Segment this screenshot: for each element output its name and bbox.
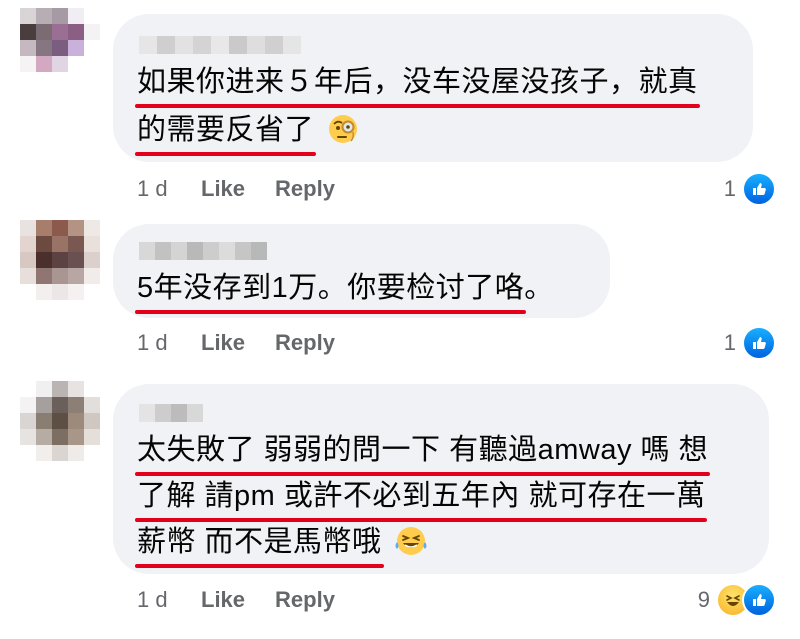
thumbs-up-icon: [742, 583, 776, 617]
avatar[interactable]: [20, 381, 100, 461]
underlined-text: 5年没存到1万。你要检讨了咯: [134, 268, 527, 314]
comment-bubble: 太失敗了 弱弱的問一下 有聽過amway 嗎 想 了解 請pm 或許不必到五年內…: [113, 384, 769, 574]
thumbs-up-icon: [742, 326, 776, 360]
reaction-count: 1: [723, 330, 736, 355]
reaction-count: 9: [697, 587, 710, 612]
thumbs-up-icon: [742, 172, 776, 206]
reply-button[interactable]: Reply: [275, 330, 335, 356]
comment-text-line: 薪幣 而不是馬幣哦: [135, 522, 428, 568]
comment-meta: 1 d Like Reply: [137, 587, 365, 613]
comment-text-line: 了解 請pm 或許不必到五年內 就可存在一萬: [134, 476, 708, 522]
comment-text-line: 的需要反省了: [134, 110, 359, 156]
monocle-face-icon: [327, 113, 359, 156]
underlined-text: 如果你进来５年后，没车没屋没孩子，就真: [135, 62, 700, 108]
comment-meta: 1 d Like Reply: [137, 176, 365, 202]
timestamp[interactable]: 1 d: [137, 587, 201, 613]
like-button[interactable]: Like: [201, 330, 245, 356]
comment-text: 。: [524, 272, 554, 304]
comment-text-line: 5年没存到1万。你要检讨了咯。: [134, 268, 554, 314]
avatar[interactable]: [20, 8, 100, 88]
underlined-text: 太失敗了 弱弱的問一下 有聽過amway 嗎 想: [134, 430, 711, 476]
reply-button[interactable]: Reply: [275, 176, 335, 202]
comment-bubble: 5年没存到1万。你要检讨了咯。: [113, 224, 610, 318]
reaction-summary[interactable]: 1: [724, 172, 776, 206]
comment-text-line: 太失敗了 弱弱的問一下 有聽過amway 嗎 想: [134, 430, 711, 476]
reaction-summary[interactable]: 9: [698, 583, 776, 617]
laughing-tears-face-icon: [394, 525, 428, 568]
comment-text-line: 如果你进来５年后，没车没屋没孩子，就真: [135, 62, 700, 108]
timestamp[interactable]: 1 d: [137, 330, 201, 356]
reaction-count: 1: [723, 176, 736, 201]
underlined-text: 了解 請pm 或許不必到五年內 就可存在一萬: [134, 476, 708, 522]
comment-bubble: 如果你进来５年后，没车没屋没孩子，就真 的需要反省了: [113, 14, 753, 162]
reply-button[interactable]: Reply: [275, 587, 335, 613]
author-name-blurred[interactable]: [139, 242, 267, 260]
underlined-text: 薪幣 而不是馬幣哦: [135, 522, 384, 568]
author-name-blurred[interactable]: [139, 36, 301, 54]
comment-meta: 1 d Like Reply: [137, 330, 365, 356]
reaction-summary[interactable]: 1: [724, 326, 776, 360]
timestamp[interactable]: 1 d: [137, 176, 201, 202]
author-name-blurred[interactable]: [139, 404, 203, 422]
like-button[interactable]: Like: [201, 176, 245, 202]
underlined-text: 的需要反省了: [134, 110, 317, 156]
avatar[interactable]: [20, 220, 100, 300]
like-button[interactable]: Like: [201, 587, 245, 613]
